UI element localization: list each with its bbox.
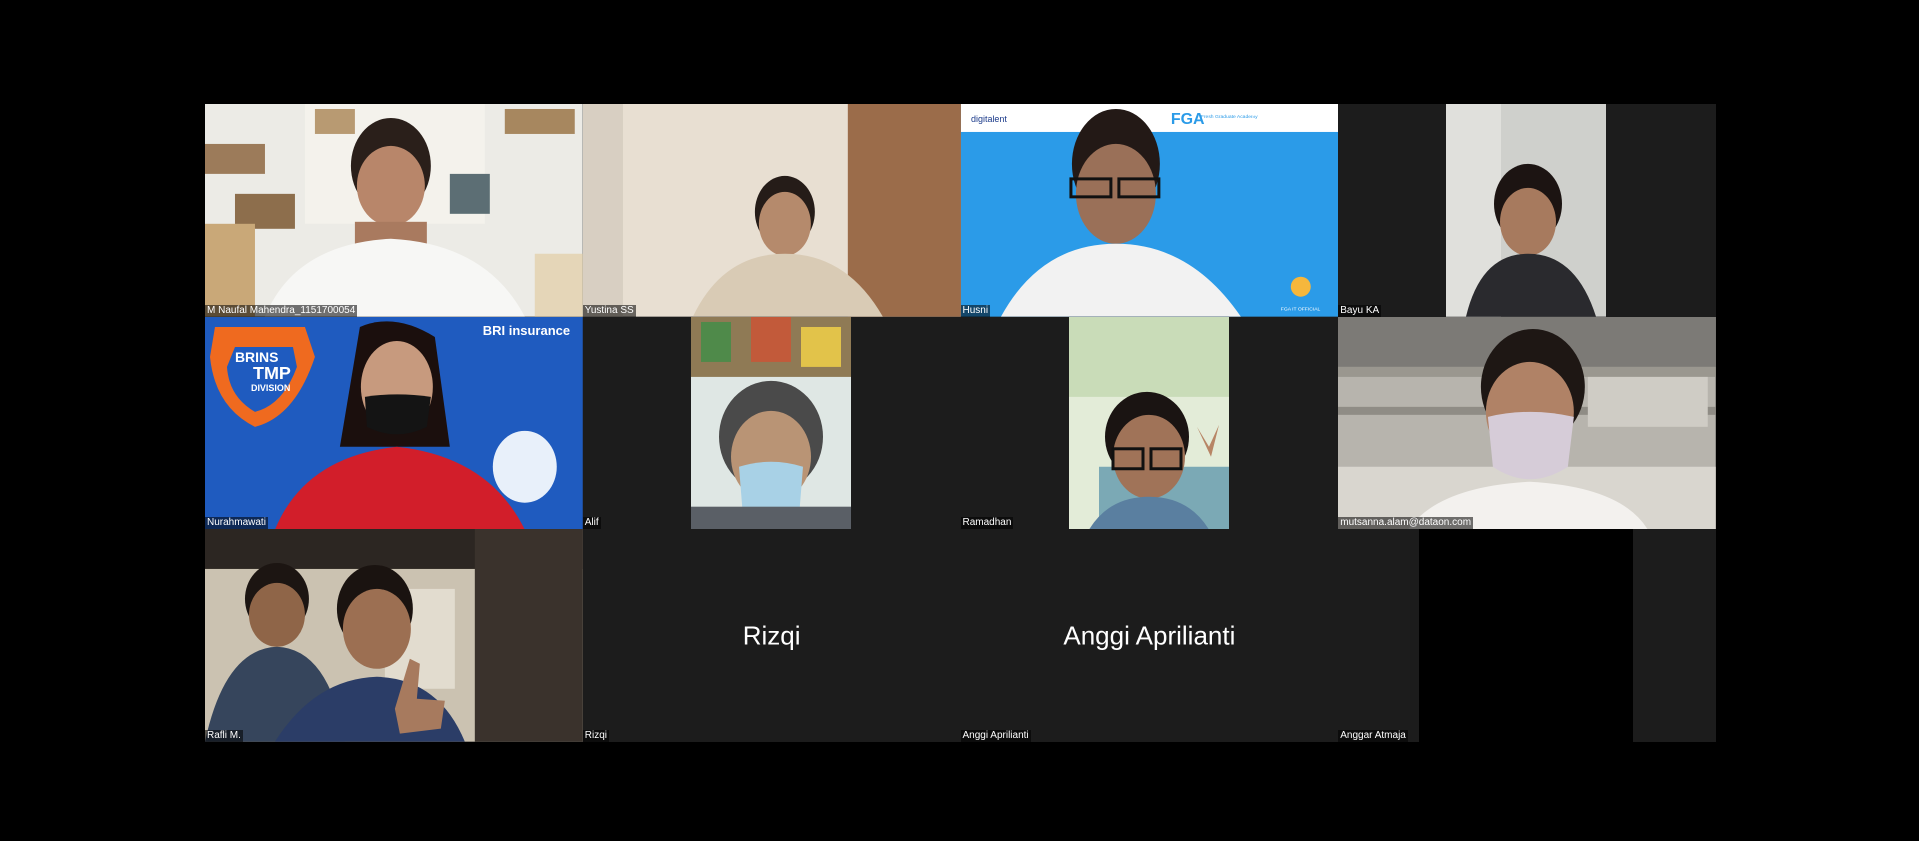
background-text: TMP xyxy=(253,363,291,383)
participant-display-name: Anggi Aprilianti xyxy=(1063,620,1236,651)
participant-video xyxy=(205,104,583,317)
participant-display-name: Rizqi xyxy=(742,620,801,651)
gallery-view: M Naufal Mahendra_1151700054 Yustina SS xyxy=(205,104,1716,742)
participant-name-label: mutsanna.alam@dataon.com xyxy=(1338,517,1474,530)
participant-name-label: Ramadhan xyxy=(960,517,1014,530)
participant-video: digitalent FGA Fresh Graduate Academy #J… xyxy=(960,104,1339,317)
participant-name-label: Alif xyxy=(582,517,601,530)
participant-name-label: Husni xyxy=(960,304,991,317)
participant-tile-alif[interactable]: Alif xyxy=(582,316,961,530)
participant-name-label: M Naufal Mahendra_1151700054 xyxy=(205,304,358,317)
participant-tile-anggi[interactable]: Anggi Aprilianti Anggi Aprilianti xyxy=(960,529,1339,742)
participant-video: BRINS TMP DIVISION BRI insurance xyxy=(205,316,583,530)
participant-video xyxy=(1419,529,1634,742)
participant-tile-nurahmawati[interactable]: BRINS TMP DIVISION BRI insurance Nurahma… xyxy=(205,316,583,530)
participant-tile-rizqi[interactable]: Rizqi Rizqi xyxy=(582,529,961,742)
participant-video xyxy=(1338,316,1716,530)
background-text: DIVISION xyxy=(251,383,290,393)
participant-tile-anggar[interactable]: Anggar Atmaja xyxy=(1338,529,1716,742)
participant-tile-ramadhan[interactable]: Ramadhan xyxy=(960,316,1339,530)
background-text: FGA IT OFFICIAL xyxy=(1280,307,1320,313)
background-text: digitalent.kominfo.go.id xyxy=(1252,122,1313,128)
participant-tile-husni[interactable]: digitalent FGA Fresh Graduate Academy #J… xyxy=(960,104,1339,317)
participant-video xyxy=(1446,104,1607,317)
background-text: #JADIJAGOANDIGITAL xyxy=(1247,111,1322,118)
participant-video xyxy=(690,316,851,530)
zoom-meeting-window: M Naufal Mahendra_1151700054 Yustina SS xyxy=(0,0,1919,841)
participant-name-label: Bayu KA xyxy=(1338,304,1382,317)
background-text: digitalent xyxy=(970,114,1006,124)
participant-tile-yustina[interactable]: Yustina SS xyxy=(582,104,961,317)
participant-name-label: Nurahmawati xyxy=(205,517,268,530)
background-text: BRI insurance xyxy=(483,323,570,338)
participant-tile-rafli[interactable]: Rafli M. xyxy=(205,529,583,742)
participant-name-label: Anggi Aprilianti xyxy=(960,729,1031,742)
participant-tile-bayu[interactable]: Bayu KA xyxy=(1338,104,1716,317)
participant-video xyxy=(1068,316,1229,530)
participant-video xyxy=(205,529,583,742)
participant-name-label: Rizqi xyxy=(582,729,609,742)
participant-name-label: Anggar Atmaja xyxy=(1338,729,1408,742)
participant-tile-naufal[interactable]: M Naufal Mahendra_1151700054 xyxy=(205,104,583,317)
participant-tile-mutsanna[interactable]: mutsanna.alam@dataon.com xyxy=(1338,316,1716,530)
participant-name-label: Rafli M. xyxy=(205,729,243,742)
participant-name-label: Yustina SS xyxy=(582,304,636,317)
participant-video xyxy=(582,104,961,317)
